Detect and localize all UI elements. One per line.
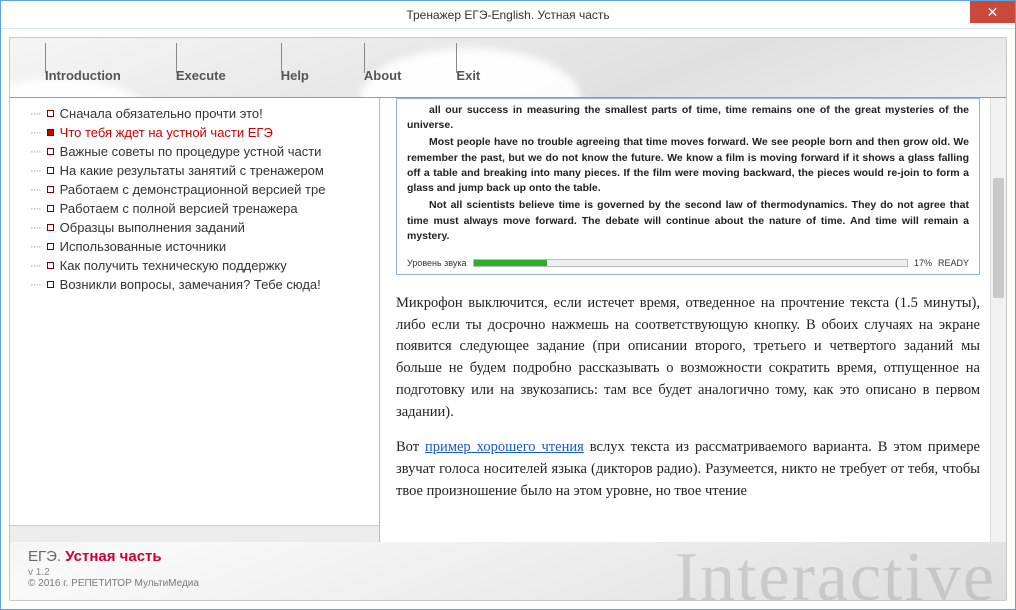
tree-connector-icon: ···· [30,146,41,158]
tree-item-active[interactable]: ···· Что тебя ждет на устной части ЕГЭ [14,123,375,142]
tree-item-label: Возникли вопросы, замечания? Тебе сюда! [60,277,321,292]
content-scroll-area: all our success in measuring the smalles… [380,98,1006,542]
tree-connector-icon: ···· [30,279,41,291]
tree-item-label: Что тебя ждет на устной части ЕГЭ [60,125,273,140]
close-icon: ✕ [987,4,999,21]
body-row: ···· Сначала обязательно прочти это! ···… [10,97,1006,542]
tree-bullet-icon [47,110,54,117]
tree-bullet-icon [47,148,54,155]
tree-connector-icon: ···· [30,260,41,272]
tree-bullet-icon [47,281,54,288]
tree-item-label: Использованные источники [60,239,226,254]
tree-bullet-icon [47,167,54,174]
tree-connector-icon: ···· [30,203,41,215]
tree-bullet-icon [47,224,54,231]
close-button[interactable]: ✕ [970,1,1015,23]
reading-paragraph: Not all scientists believe time is gover… [407,198,969,244]
tree-connector-icon: ···· [30,108,41,120]
reading-card: all our success in measuring the smalles… [396,98,980,275]
app-chrome: Introduction Execute Help About Exit ···… [9,37,1007,601]
vertical-scrollbar[interactable] [990,98,1006,542]
example-link[interactable]: пример хорошего чтения [425,439,584,455]
tree-bullet-icon [47,186,54,193]
tree-item[interactable]: ···· Как получить техническую поддержку [14,256,375,275]
article-paragraph: Вот пример хорошего чтения вслух текста … [396,437,980,502]
window-title: Тренажер ЕГЭ-English. Устная часть [406,8,609,22]
tree-item[interactable]: ···· Работаем с полной версией тренажера [14,199,375,218]
reading-paragraph: Most people have no trouble agreeing tha… [407,135,969,196]
article-paragraph: Микрофон выключится, если истечет время,… [396,293,980,424]
tree-item-label: Сначала обязательно прочти это! [60,106,263,121]
menubar: Introduction Execute Help About Exit [10,38,1006,97]
scrollbar-thumb[interactable] [993,178,1004,298]
app-window: Тренажер ЕГЭ-English. Устная часть ✕ Int… [0,0,1016,610]
tree-connector-icon: ···· [30,222,41,234]
menu-execute[interactable]: Execute [176,68,226,87]
tree-item-label: Работаем с демонстрационной версией тре [60,182,326,197]
sound-ready-badge: READY [938,258,969,268]
tree-connector-icon: ···· [30,127,41,139]
tree-bullet-icon [47,129,54,136]
article-body: Микрофон выключится, если истечет время,… [396,293,980,503]
sound-level-label: Уровень звука [407,258,467,268]
tree-item-label: Важные советы по процедуре устной части [60,144,322,159]
tree-connector-icon: ···· [30,241,41,253]
tree-item-label: Работаем с полной версией тренажера [60,201,298,216]
version-label: v 1.2 [28,567,988,578]
sound-level-track [473,259,908,267]
menu-about[interactable]: About [364,68,402,87]
tree-item-label: На какие результаты занятий с тренажером [60,163,324,178]
tree-item[interactable]: ···· На какие результаты занятий с трена… [14,161,375,180]
tree-bullet-icon [47,205,54,212]
footer-brand: ЕГЭ. Устная часть [28,548,988,565]
tree-connector-icon: ···· [30,184,41,196]
tree-bullet-icon [47,262,54,269]
sound-level-percent: 17% [914,258,932,268]
tree-connector-icon: ···· [30,165,41,177]
sound-level-bar: Уровень звука 17% READY [407,258,969,268]
sound-level-fill [474,260,548,266]
tree-item[interactable]: ···· Использованные источники [14,237,375,256]
footer: ЕГЭ. Устная часть v 1.2 © 2016 г. РЕПЕТИ… [10,542,1006,600]
brand-prefix: ЕГЭ. [28,548,65,565]
content-pane: all our success in measuring the smalles… [380,98,1006,542]
article-text: Вот [396,439,425,455]
tree-item[interactable]: ···· Работаем с демонстрационной версией… [14,180,375,199]
reading-text: all our success in measuring the smalles… [407,103,969,244]
tree-item[interactable]: ···· Возникли вопросы, замечания? Тебе с… [14,275,375,294]
menu-introduction[interactable]: Introduction [45,68,121,87]
titlebar: Тренажер ЕГЭ-English. Устная часть ✕ [1,1,1015,29]
reading-paragraph: all our success in measuring the smalles… [407,103,969,133]
tree-item-label: Образцы выполнения заданий [60,220,245,235]
tree-item[interactable]: ···· Важные советы по процедуре устной ч… [14,142,375,161]
menu-help[interactable]: Help [281,68,309,87]
brand-name: Устная часть [65,548,161,565]
tree-bullet-icon [47,243,54,250]
nav-tree: ···· Сначала обязательно прочти это! ···… [10,98,380,542]
tree-item[interactable]: ···· Сначала обязательно прочти это! [14,104,375,123]
tree-item[interactable]: ···· Образцы выполнения заданий [14,218,375,237]
menu-exit[interactable]: Exit [456,68,480,87]
tree-item-label: Как получить техническую поддержку [60,258,287,273]
copyright-label: © 2016 г. РЕПЕТИТОР МультиМедиа [28,578,988,589]
